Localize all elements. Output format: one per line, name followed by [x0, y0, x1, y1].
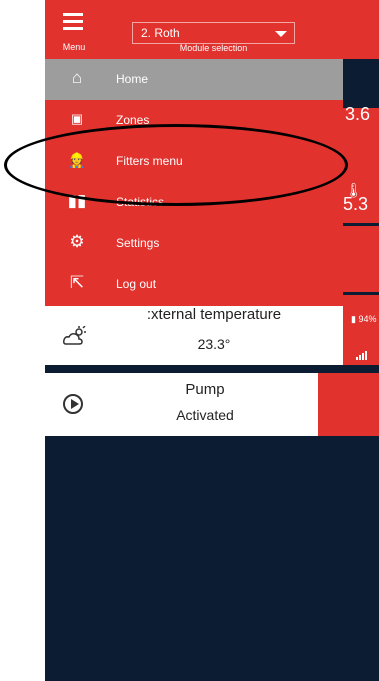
signal-strength-icon: [356, 342, 368, 360]
pump-side-panel: [318, 373, 379, 436]
background-divider: [343, 292, 379, 295]
battery-percentage: ▮ 94%: [351, 314, 376, 325]
signal-status-panel: ▮ 94%: [343, 306, 379, 365]
background-zone-temperature-2: 5.3: [343, 194, 369, 214]
highlight-ellipse-annotation: [4, 124, 348, 206]
chevron-down-icon: [275, 31, 287, 37]
module-select-label: Module selection: [179, 43, 248, 53]
external-temperature-title: :xternal temperature: [146, 306, 282, 323]
menu-label: Menu: [62, 42, 86, 52]
menu-button[interactable]: Menu: [45, 0, 123, 59]
pump-title: Pump: [185, 381, 225, 398]
home-icon: ⌂: [71, 68, 83, 87]
hamburger-icon: [63, 13, 83, 16]
menu-item-label: Settings: [116, 236, 160, 250]
background-divider: [343, 223, 379, 226]
menu-item-label: Home: [116, 72, 149, 86]
background-zone-header: [343, 60, 379, 108]
hamburger-icon: [63, 20, 83, 23]
menu-item-home[interactable]: ⌂ Home: [45, 59, 343, 100]
top-bar: Menu 2. Roth Module selection: [45, 0, 379, 59]
zones-icon: ▣: [70, 111, 84, 126]
pump-status: Activated: [176, 407, 234, 423]
logout-icon: ⇱: [69, 273, 85, 292]
external-temperature-tile[interactable]: :xternal temperature 23.3°: [45, 306, 343, 365]
battery-icon: ▮: [351, 314, 356, 324]
settings-icon: ⚙: [69, 232, 85, 251]
play-icon: [63, 394, 83, 414]
menu-item-label: Log out: [116, 277, 157, 291]
weather-cloud-sun-icon: [63, 326, 86, 345]
menu-item-log-out[interactable]: ⇱ Log out: [45, 264, 343, 305]
app-screen: 3.6 🌡 5.3 Menu 2. Roth Module selection …: [45, 0, 379, 681]
battery-value: 94%: [358, 314, 377, 324]
menu-item-settings[interactable]: ⚙ Settings: [45, 223, 343, 264]
module-select-dropdown[interactable]: 2. Roth: [132, 22, 295, 44]
external-temperature-value: 23.3°: [197, 336, 231, 352]
background-zone-temperature: 3.6: [345, 104, 371, 124]
module-select-value: 2. Roth: [141, 26, 180, 40]
hamburger-icon: [63, 27, 83, 30]
